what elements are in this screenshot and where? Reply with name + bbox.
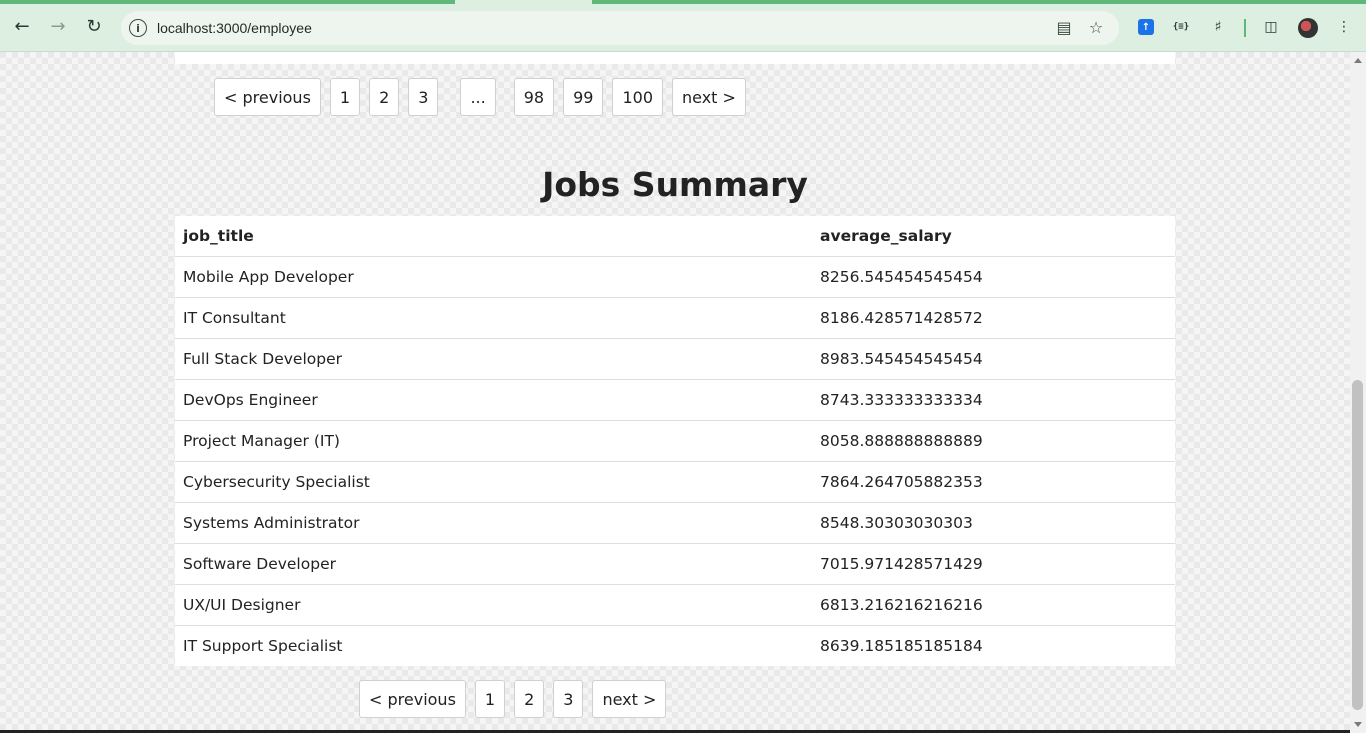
jobs-pagination-next[interactable]: next >	[592, 680, 667, 718]
pagination-page-3[interactable]: 3	[408, 78, 439, 116]
pagination-page-99[interactable]: 99	[563, 78, 604, 116]
forward-icon[interactable]: →	[46, 14, 70, 38]
average-salary-cell: 8983.545454545454	[812, 338, 1175, 380]
job-title-cell: Full Stack Developer	[175, 338, 812, 380]
scroll-up-arrow-icon[interactable]	[1354, 58, 1362, 63]
employee-pagination: < previous 1 2 3 ... 98 99 100 next >	[214, 78, 755, 116]
column-header-job-title: job_title	[175, 216, 812, 257]
json-extension-icon[interactable]: {≡}	[1171, 17, 1191, 37]
job-title-cell: Cybersecurity Specialist	[175, 461, 812, 503]
average-salary-cell: 8186.428571428572	[812, 297, 1175, 339]
vertical-scrollbar[interactable]	[1350, 52, 1366, 733]
extensions-puzzle-icon[interactable]: ♯	[1208, 17, 1228, 37]
table-row: Software Developer 7015.971428571429	[175, 543, 1175, 585]
average-salary-cell: 7864.264705882353	[812, 461, 1175, 503]
jobs-summary-title: Jobs Summary	[542, 165, 808, 204]
jobs-summary-table: job_title average_salary Mobile App Deve…	[175, 216, 1175, 666]
job-title-cell: IT Support Specialist	[183, 636, 343, 655]
table-row: Project Manager (IT) 8058.888888888889	[175, 420, 1175, 462]
jobs-pagination: < previous 1 2 3 next >	[359, 680, 675, 718]
pagination-page-100[interactable]: 100	[612, 78, 663, 116]
address-bar[interactable]: i localhost:3000/employee	[121, 11, 1119, 45]
employee-table-bottom-edge	[175, 52, 1175, 64]
tab-strip	[0, 0, 1366, 4]
table-row: Systems Administrator 8548.30303030303	[175, 502, 1175, 544]
table-row: Mobile App Developer 8256.545454545454	[175, 256, 1175, 298]
average-salary-cell: 8058.888888888889	[812, 420, 1175, 462]
jobs-pagination-page-3[interactable]: 3	[553, 680, 584, 718]
active-tab[interactable]	[455, 0, 592, 4]
job-title-cell: Systems Administrator	[175, 502, 812, 544]
job-title-cell: IT Consultant	[175, 297, 812, 339]
table-row: Cybersecurity Specialist 7864.26470588235…	[175, 461, 1175, 503]
average-salary-cell: 6813.216216216216	[812, 584, 1175, 626]
pagination-ellipsis[interactable]: ...	[460, 78, 496, 116]
job-title-cell: Mobile App Developer	[175, 256, 812, 298]
column-header-average-salary: average_salary	[812, 216, 1175, 257]
site-info-icon[interactable]: i	[129, 19, 147, 37]
average-salary-cell: 8743.333333333334	[812, 379, 1175, 421]
job-title-cell: UX/UI Designer	[175, 584, 812, 626]
scrollbar-thumb[interactable]	[1352, 380, 1363, 710]
jobs-pagination-page-1[interactable]: 1	[474, 680, 506, 718]
bookmark-star-icon[interactable]: ☆	[1086, 17, 1106, 37]
scroll-down-arrow-icon[interactable]	[1354, 722, 1362, 727]
pagination-previous[interactable]: < previous	[214, 78, 321, 116]
job-title-cell: Software Developer	[175, 543, 812, 585]
pagination-page-98[interactable]: 98	[513, 78, 555, 116]
install-app-icon[interactable]: ▤	[1054, 17, 1074, 37]
menu-kebab-icon[interactable]: ⋮	[1334, 17, 1354, 37]
average-salary-cell: 8256.545454545454	[812, 256, 1175, 298]
browser-toolbar: ← → ↻ i localhost:3000/employee ▤ ☆ ↑ {≡…	[0, 0, 1366, 52]
table-row: DevOps Engineer 8743.333333333334	[175, 379, 1175, 421]
job-title-cell: Project Manager (IT)	[175, 420, 812, 462]
url-text[interactable]: localhost:3000/employee	[157, 20, 312, 36]
back-icon[interactable]: ←	[10, 14, 34, 38]
extension-blue-icon[interactable]: ↑	[1138, 19, 1154, 35]
average-salary-cell: 8548.30303030303	[812, 502, 1175, 544]
job-title-cell: DevOps Engineer	[175, 379, 812, 421]
average-salary-cell: 7015.971428571429	[812, 543, 1175, 585]
average-salary-cell: 8639.185185185184	[820, 636, 983, 655]
toolbar-divider	[1244, 19, 1246, 37]
pagination-page-1[interactable]: 1	[329, 78, 361, 116]
jobs-pagination-previous[interactable]: < previous	[359, 680, 466, 718]
table-row: Full Stack Developer 8983.545454545454	[175, 338, 1175, 380]
table-row: IT Support Specialist 8639.185185185184	[175, 625, 1175, 666]
table-row: UX/UI Designer 6813.216216216216	[175, 584, 1175, 626]
page-viewport: < previous 1 2 3 ... 98 99 100 next > Jo…	[0, 52, 1350, 733]
profile-avatar[interactable]	[1298, 18, 1318, 38]
side-panel-icon[interactable]: ◫	[1261, 17, 1281, 37]
jobs-pagination-page-2[interactable]: 2	[514, 680, 545, 718]
table-row: IT Consultant 8186.428571428572	[175, 297, 1175, 339]
pagination-page-2[interactable]: 2	[369, 78, 400, 116]
pagination-next[interactable]: next >	[672, 78, 746, 116]
table-header-row: job_title average_salary	[175, 216, 1175, 257]
reload-icon[interactable]: ↻	[82, 14, 106, 38]
